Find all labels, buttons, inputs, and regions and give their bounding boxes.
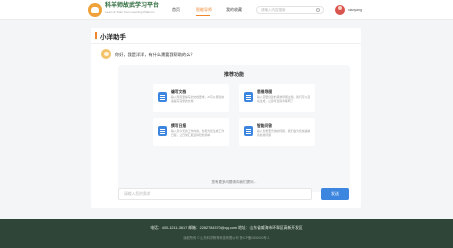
mindmap-icon: [244, 92, 253, 102]
divider: [91, 43, 361, 44]
assistant-avatar: [101, 49, 111, 59]
feature-card-write-doc[interactable]: 编写文档 输入所需要编写的文档要求，AI可以帮您快速编写完整的文档: [153, 84, 229, 112]
report-icon: [158, 126, 167, 136]
user-avatar[interactable]: [335, 5, 345, 15]
search-input[interactable]: 请输入内容搜索: [256, 6, 324, 14]
username[interactable]: xiaoyang: [348, 8, 362, 12]
feature-desc: 输入需要创建的思维导图主题，我们可以自动生成，让思考变得清晰明了: [257, 95, 311, 103]
footer-contact: 电话：400-1211-3617 邮箱：2282784370@qq.com 地址…: [150, 226, 303, 230]
document-icon: [158, 92, 167, 102]
brand-subtitle: Learn & Train Your Learning Platform: [105, 10, 155, 14]
footer-copyright: 版权所有 © 山东科洋教育科技有限公司 鲁ICP备0000000号-1: [183, 236, 270, 240]
qa-icon: [244, 126, 253, 136]
feature-card-daily-report[interactable]: 撰写日报 输入您今天的工作内容，智能为您生成工作日报，让日常汇报变得轻松简单: [153, 118, 229, 146]
chat-input-placeholder: 请输入您的需求: [124, 192, 151, 196]
title-accent-bar: [95, 32, 97, 39]
nav-home[interactable]: 首页: [172, 7, 180, 13]
nav-favorites[interactable]: 我的收藏: [226, 7, 242, 13]
page-title: 小洋助手: [100, 34, 126, 41]
search-icon[interactable]: [316, 8, 320, 12]
send-button[interactable]: 发送: [321, 188, 349, 200]
brand-name: 科羊师故武学习平台: [105, 3, 160, 9]
active-nav-indicator: [196, 15, 210, 16]
assistant-greeting: 你好，我是洋洋，有什么需要我帮助的么？: [115, 52, 195, 57]
brand[interactable]: 科羊师故武学习平台 Learn & Train Your Learning Pl…: [105, 3, 159, 14]
top-header: 科羊师故武学习平台 Learn & Train Your Learning Pl…: [0, 0, 453, 20]
chat-input[interactable]: 请输入您的需求: [118, 188, 312, 200]
search-placeholder: 请输入内容搜索: [261, 8, 286, 12]
feature-desc: 输入所需要编写的文档要求，AI可以帮您快速编写完整的文档: [171, 95, 224, 103]
chat-panel: 小洋助手 你好，我是洋洋，有什么需要我帮助的么？ 推荐功能 编写文档 输入所需要…: [91, 28, 361, 208]
nav-smart-tutor[interactable]: 智能导师: [196, 7, 212, 13]
feature-card-qa[interactable]: 智能问答 输入您想要咨询的问题，我们会为您快速解答各类问题: [239, 118, 315, 146]
features-title: 推荐功能: [223, 72, 244, 78]
feature-card-mindmap[interactable]: 思维导图 输入需要创建的思维导图主题，我们可以自动生成，让思考变得清晰明了: [239, 84, 315, 112]
more-questions-link[interactable]: 您有更多问题请向我们提问...: [118, 180, 350, 185]
footer: 电话：400-1211-3617 邮箱：2282784370@qq.com 地址…: [0, 219, 453, 248]
feature-desc: 输入您想要咨询的问题，我们会为您快速解答各类问题: [257, 129, 311, 137]
logo-icon[interactable]: [88, 3, 102, 17]
recommended-features: 推荐功能 编写文档 输入所需要编写的文档要求，AI可以帮您快速编写完整的文档 思…: [118, 65, 350, 192]
feature-desc: 输入您今天的工作内容，智能为您生成工作日报，让日常汇报变得轻松简单: [171, 129, 225, 137]
